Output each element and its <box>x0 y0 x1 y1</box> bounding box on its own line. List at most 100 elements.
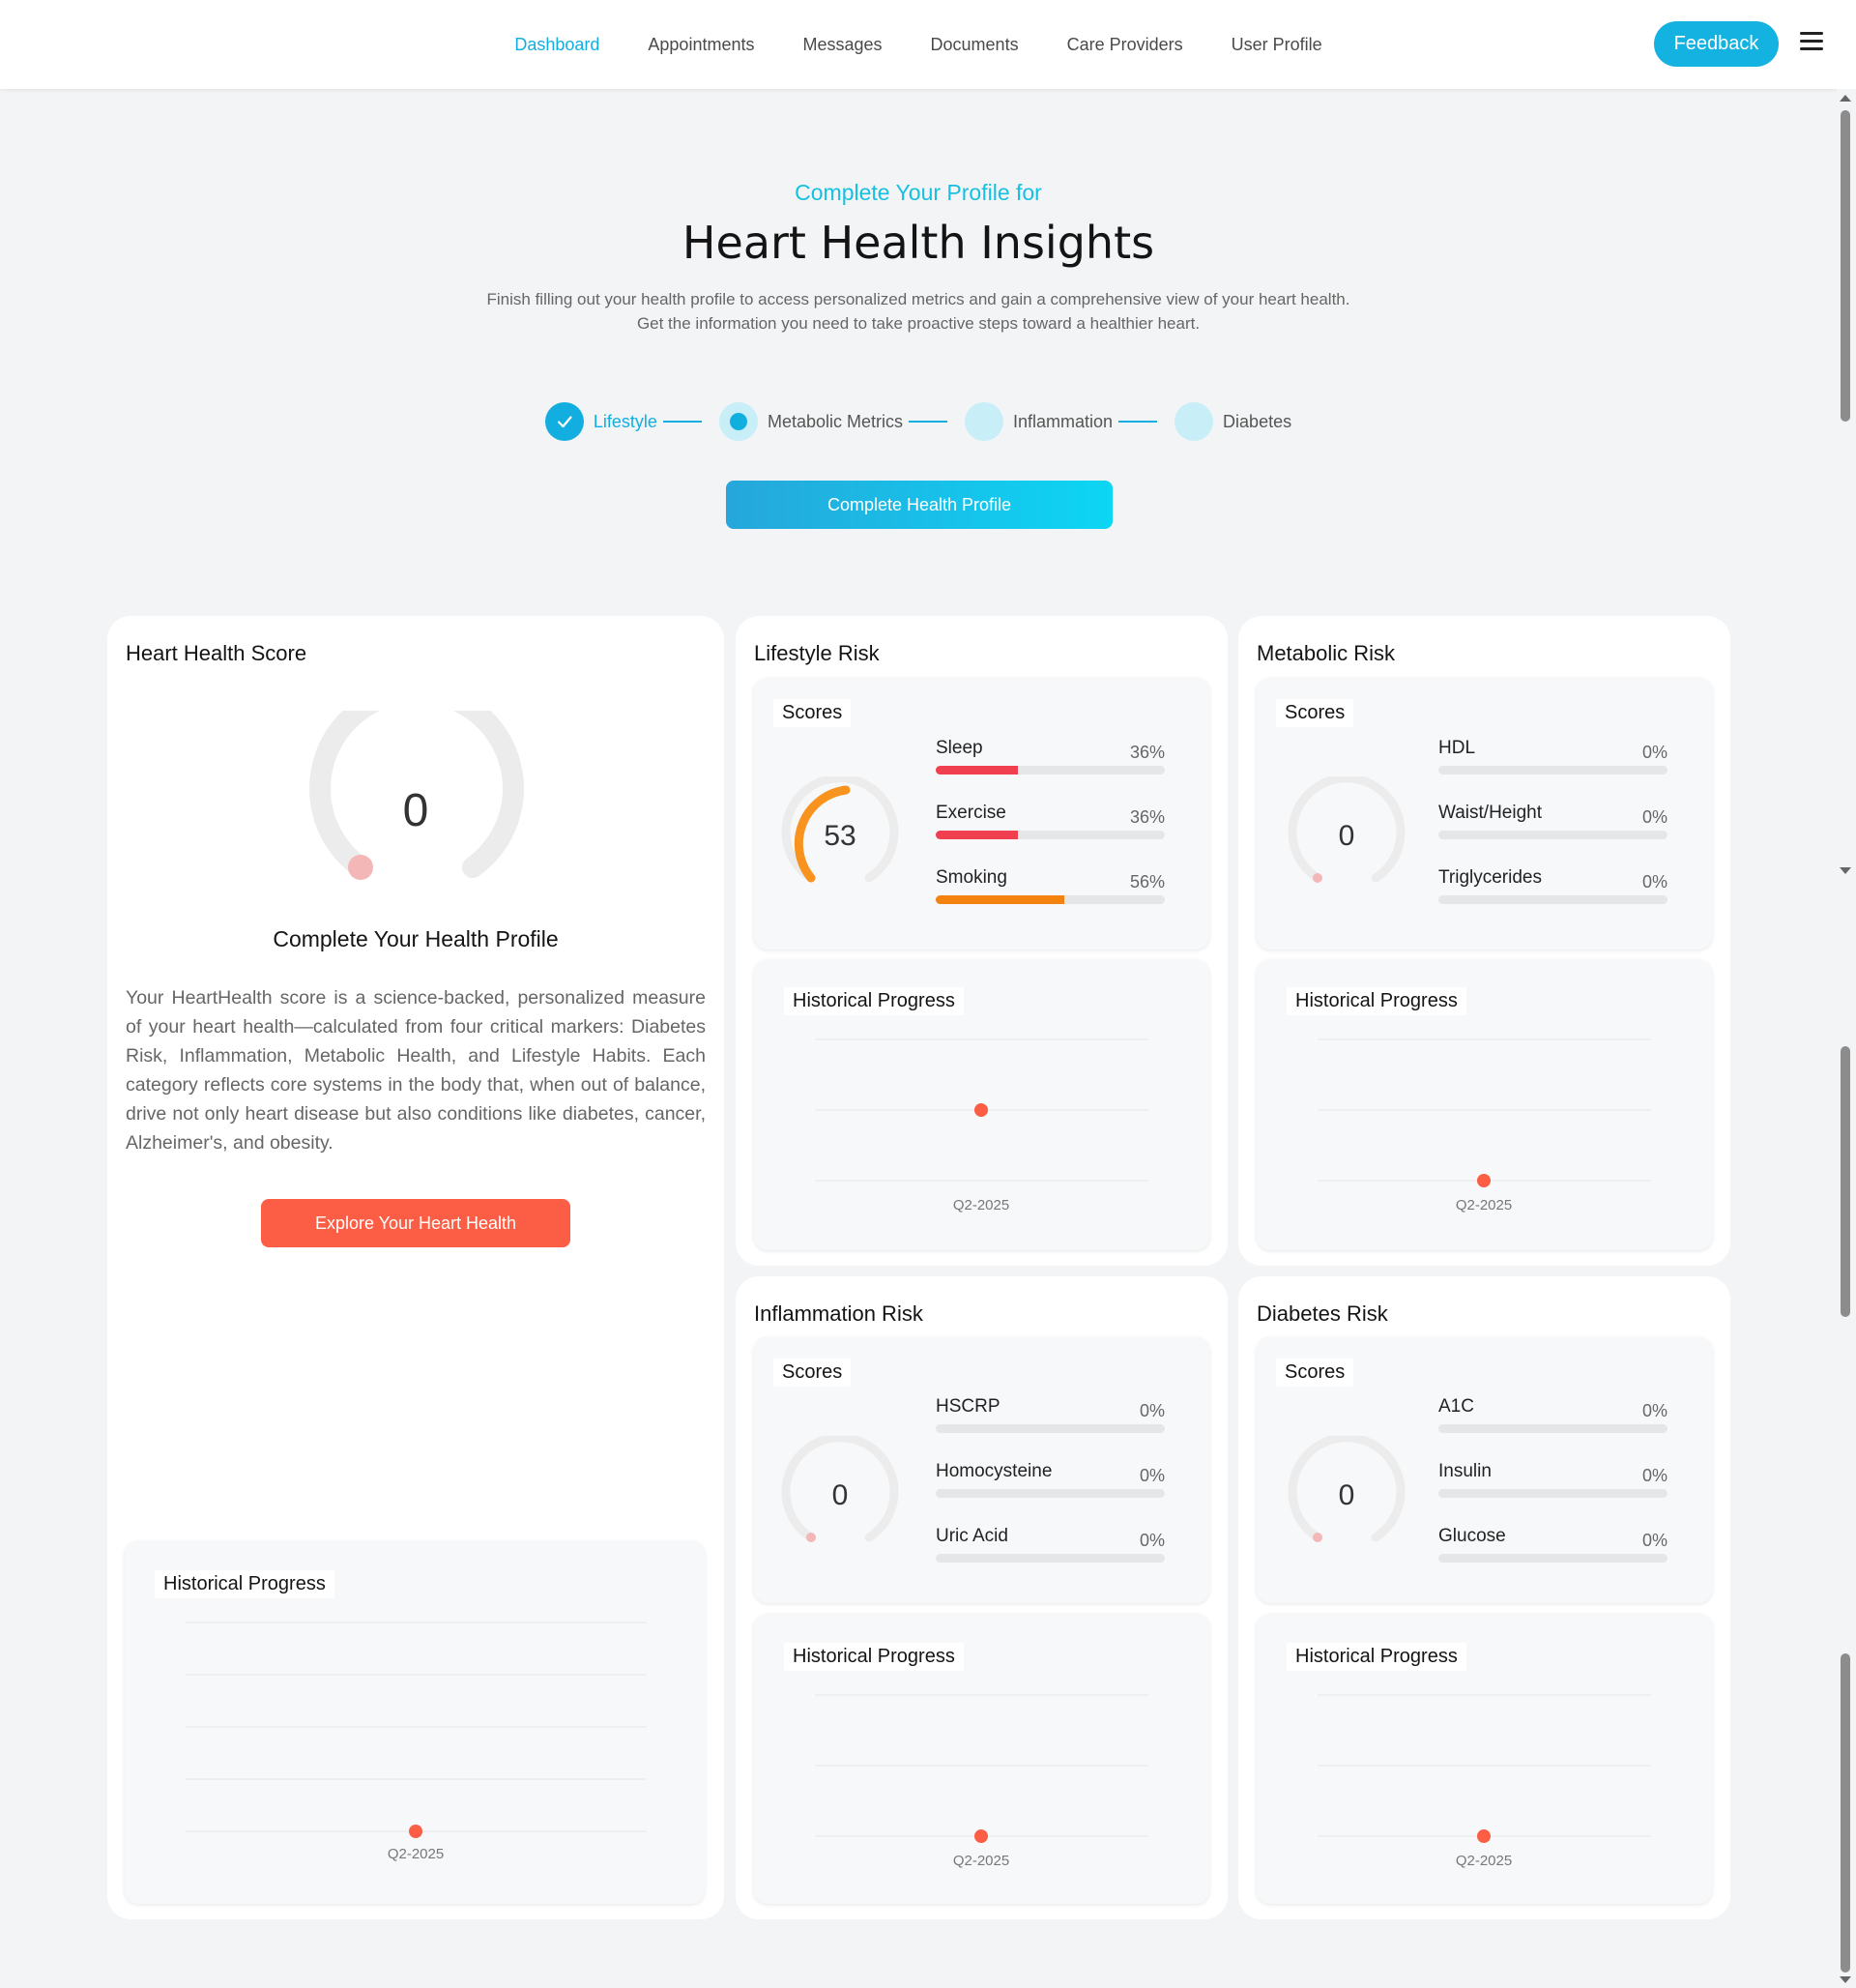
card-title: Metabolic Risk <box>1257 641 1396 665</box>
scores-panel: Scores 0 A1C 0% Insulin 0% Glucose 0% <box>1257 1337 1712 1603</box>
card-title: Inflammation Risk <box>754 1301 923 1326</box>
gauge-indicator-dot <box>1313 1533 1322 1542</box>
scores-panel: Scores 0 HSCRP 0% Homocysteine 0% Uric A… <box>754 1337 1209 1603</box>
panel-label: Scores <box>773 1359 852 1387</box>
metric-bar-fill <box>936 831 1019 839</box>
historical-progress-panel: Historical Progress Q2-2025 <box>754 960 1209 1250</box>
pending-step-circle-icon <box>1174 402 1214 441</box>
step-diabetes[interactable]: Diabetes <box>1174 402 1291 441</box>
pending-step-circle-icon <box>965 402 1003 441</box>
inflammation-gauge-value: 0 <box>831 1479 849 1511</box>
metric-name: Triglycerides <box>1438 867 1542 888</box>
step-lifestyle[interactable]: Lifestyle <box>544 402 657 441</box>
scroll-up-arrow-icon[interactable] <box>1840 95 1851 102</box>
data-point[interactable] <box>974 1103 988 1117</box>
data-point[interactable] <box>1477 1829 1491 1843</box>
nav-messages[interactable]: Messages <box>802 35 882 55</box>
metabolic-risk-card: Metabolic Risk Scores 0 HDL 0% Waist/Hei… <box>1238 616 1730 1266</box>
metric-name: Insulin <box>1438 1461 1492 1481</box>
metric-bar <box>1438 1554 1668 1563</box>
x-axis-label: Q2-2025 <box>1455 1197 1513 1213</box>
scroll-down-arrow-icon[interactable] <box>1840 867 1851 874</box>
scrollbar-thumb[interactable] <box>1841 110 1850 422</box>
hero-subtitle: Complete Your Profile for <box>795 180 1042 205</box>
gauge-indicator-dot <box>348 855 373 880</box>
diabetes-gauge-value: 0 <box>1338 1479 1355 1511</box>
x-axis-label: Q2-2025 <box>1455 1853 1513 1869</box>
metabolic-gauge-value: 0 <box>1338 820 1355 852</box>
metric-name: Exercise <box>936 803 1006 823</box>
inflammation-risk-card: Inflammation Risk Scores 0 HSCRP 0% Homo… <box>736 1276 1228 1919</box>
metric-value: 0% <box>1641 1401 1668 1420</box>
scores-panel: Scores 53 Sleep 36% Exercise 36% Smoking… <box>754 678 1209 950</box>
main-nav: Dashboard Appointments Messages Document… <box>0 0 1837 89</box>
card-title: Lifestyle Risk <box>754 641 880 665</box>
step-metabolic-metrics[interactable]: Metabolic Metrics <box>718 402 903 441</box>
hero-description: Finish filling out your health profile t… <box>486 290 1350 333</box>
panel-label: Scores <box>1276 1359 1354 1387</box>
metric-value: 0% <box>1139 1401 1165 1420</box>
metric-bar-fill <box>936 766 1019 775</box>
nav-appointments[interactable]: Appointments <box>648 35 754 55</box>
score-description: Your HeartHealth score is a science-back… <box>126 987 706 1154</box>
metric-bar <box>1438 1489 1668 1498</box>
current-step-dot-icon <box>718 402 758 441</box>
historical-progress-panel: Historical Progress Q2-2025 <box>754 1614 1209 1904</box>
metric-bar <box>936 1489 1165 1498</box>
metric-value: 36% <box>1129 743 1165 762</box>
metric-value: 0% <box>1139 1466 1165 1485</box>
metric-bar <box>1438 895 1668 904</box>
metric-value: 0% <box>1641 807 1668 827</box>
data-point[interactable] <box>409 1825 422 1838</box>
nav-dashboard[interactable]: Dashboard <box>514 35 599 55</box>
feedback-button[interactable]: Feedback <box>1654 21 1779 67</box>
diabetes-risk-card: Diabetes Risk Scores 0 A1C 0% Insulin 0%… <box>1238 1276 1730 1919</box>
metric-name: Sleep <box>936 738 983 758</box>
lifestyle-gauge-value: 53 <box>824 820 856 852</box>
lifestyle-risk-card: Lifestyle Risk Scores 53 Sleep 36% Exerc… <box>736 616 1228 1266</box>
metric-bar <box>936 895 1165 904</box>
step-inflammation[interactable]: Inflammation <box>965 402 1113 441</box>
scrollbar-thumb-secondary[interactable] <box>1841 1046 1850 1317</box>
metric-bar <box>936 1424 1165 1433</box>
step-label: Diabetes <box>1223 411 1292 431</box>
metric-value: 36% <box>1129 807 1165 827</box>
nav-care-providers[interactable]: Care Providers <box>1067 35 1183 55</box>
step-label: Lifestyle <box>593 411 657 431</box>
metric-name: Waist/Height <box>1438 803 1542 823</box>
historical-progress-panel: Historical Progress Q2-2025 <box>1257 960 1712 1250</box>
step-label: Metabolic Metrics <box>767 411 903 431</box>
scrollbar-thumb-tertiary[interactable] <box>1841 1653 1850 1973</box>
metric-name: A1C <box>1438 1396 1474 1417</box>
metric-bar <box>1438 831 1668 839</box>
metric-value: 0% <box>1641 743 1668 762</box>
metric-value: 56% <box>1129 872 1165 892</box>
card-title: Heart Health Score <box>126 641 307 665</box>
step-label: Inflammation <box>1013 411 1114 431</box>
nav-documents[interactable]: Documents <box>931 35 1019 55</box>
complete-health-profile-button[interactable]: Complete Health Profile <box>726 481 1113 529</box>
hamburger-menu-icon[interactable] <box>1800 32 1823 53</box>
data-point[interactable] <box>1477 1174 1491 1187</box>
gauge-indicator-dot <box>1313 873 1322 883</box>
nav-user-profile[interactable]: User Profile <box>1232 35 1322 55</box>
scroll-bottom-arrow-icon[interactable] <box>1840 1976 1851 1983</box>
profile-stepper: Lifestyle Metabolic Metrics Inflammation… <box>0 402 1837 441</box>
metric-bar-fill <box>936 895 1064 904</box>
metric-name: Uric Acid <box>936 1526 1008 1546</box>
metric-bar <box>936 1554 1165 1563</box>
metric-name: HSCRP <box>936 1396 1000 1417</box>
explore-heart-health-button[interactable]: Explore Your Heart Health <box>261 1199 570 1247</box>
top-navigation-bar: Dashboard Appointments Messages Document… <box>0 0 1856 89</box>
data-point[interactable] <box>974 1829 988 1843</box>
metric-bar <box>1438 1424 1668 1433</box>
panel-label: Scores <box>1276 699 1354 727</box>
metric-value: 0% <box>1641 872 1668 892</box>
x-axis-label: Q2-2025 <box>387 1846 445 1862</box>
x-axis-label: Q2-2025 <box>952 1853 1010 1869</box>
metric-name: HDL <box>1438 738 1476 758</box>
metric-bar <box>936 831 1165 839</box>
gauge-indicator-dot <box>806 1533 816 1542</box>
card-title: Diabetes Risk <box>1257 1301 1388 1326</box>
panel-label: Scores <box>773 699 852 727</box>
